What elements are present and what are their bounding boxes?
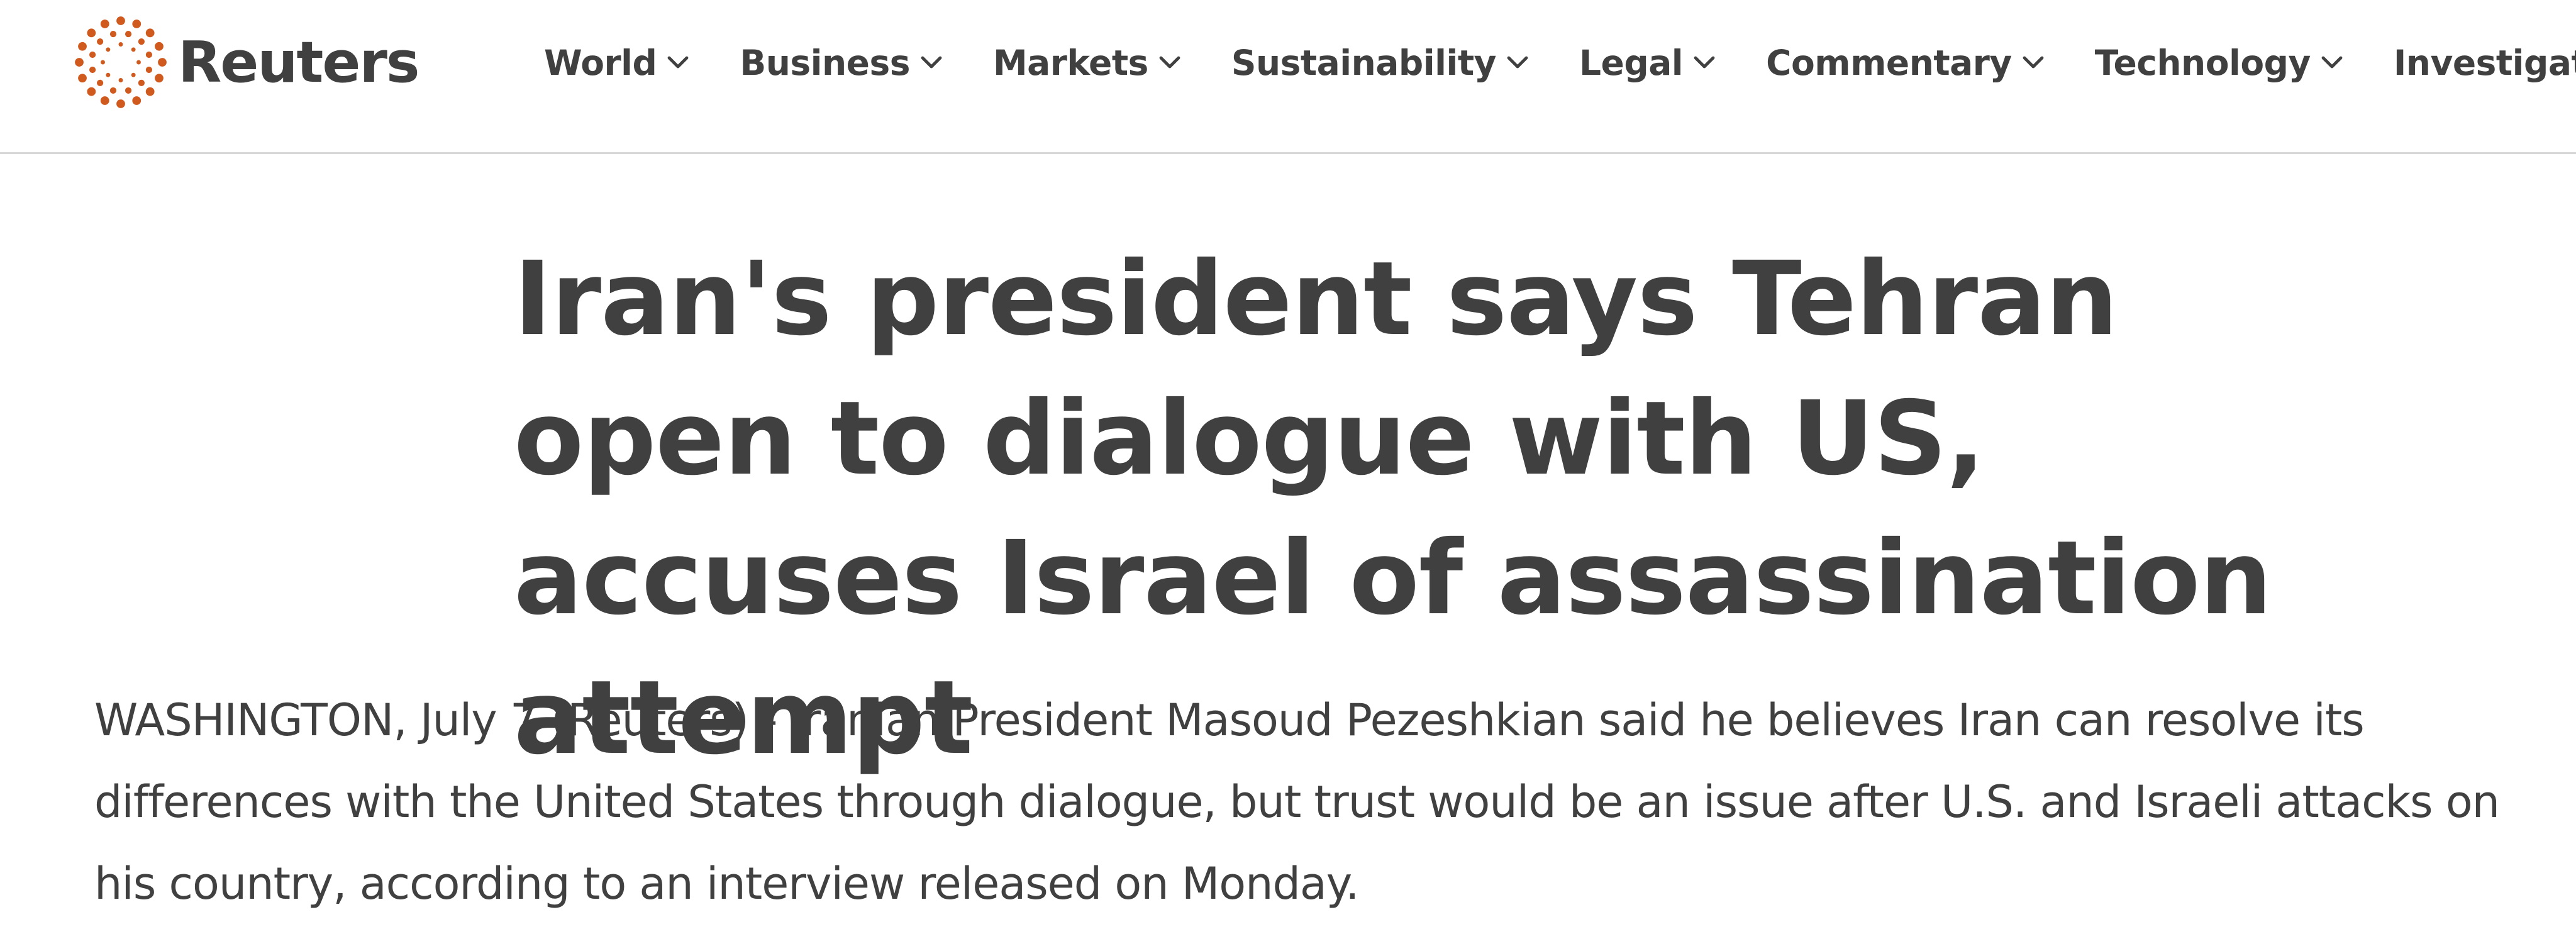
nav-item-label: Commentary [1766,43,2012,83]
logo-dot [100,19,109,28]
logo-dot [138,38,145,45]
logo-dot [109,30,117,38]
logo-dot [118,42,123,47]
logo-dot [78,74,87,83]
logo-dot [158,58,167,67]
logo-dot [125,87,132,94]
nav-item-commentary[interactable]: Commentary [1766,43,2046,83]
logo-dot [125,30,132,38]
logo-dot [97,79,104,86]
article-lede: WASHINGTON, July 7 (Reuters) - Iranian P… [94,694,2500,909]
nav-item-label: Markets [992,43,1148,83]
nav-item-world[interactable]: World [544,43,691,83]
logo-dot [136,60,141,65]
chevron-down-icon [1507,56,1528,69]
logo-dot [155,42,164,51]
logo-dot [106,47,111,52]
logo-dot [97,38,104,45]
logo-dot [145,28,155,38]
chevron-down-icon [1159,56,1180,69]
nav-item-technology[interactable]: Technology [2095,43,2345,83]
logo-dot [132,96,142,105]
nav-item-investigations[interactable]: Investigations [2394,43,2576,83]
nav-item-markets[interactable]: Markets [993,43,1182,83]
logo-dot [89,66,96,74]
reuters-logo-link[interactable]: Reuters [74,15,419,109]
logo-dot [116,99,125,108]
logo-dot [75,58,84,67]
nav-item-label: Legal [1579,43,1684,83]
nav-item-label: Business [740,43,910,83]
brand-name: Reuters [178,29,419,96]
logo-dot [87,28,96,38]
nav-item-legal[interactable]: Legal [1579,43,1717,83]
logo-dot [106,72,111,77]
chevron-down-icon [2023,56,2044,69]
logo-dot [131,47,136,52]
logo-dot [101,60,105,65]
logo-dot [87,87,96,96]
site-header: Reuters World Business Markets Sustainab… [0,0,2576,154]
chevron-down-icon [667,56,689,69]
nav-item-label: Sustainability [1231,43,1497,83]
logo-dot [145,87,155,96]
logo-dot [78,42,87,51]
logo-dot [100,96,109,105]
logo-dot [132,19,142,28]
nav-item-label: World [544,43,657,83]
nav-item-sustainability[interactable]: Sustainability [1231,43,1530,83]
reuters-logo-icon [75,16,167,108]
logo-dot [155,74,164,83]
logo-dot [118,78,123,82]
logo-dot [145,66,153,74]
chevron-down-icon [2321,56,2343,69]
logo-dot [131,72,136,77]
nav-item-business[interactable]: Business [740,43,944,83]
nav-item-label: Investigations [2393,43,2576,83]
logo-dot [109,87,117,94]
logo-dot [116,16,125,25]
chevron-down-icon [921,56,942,69]
nav-item-label: Technology [2094,43,2311,83]
chevron-down-icon [1694,56,1715,69]
logo-dot [138,79,145,86]
logo-dot [145,51,153,58]
main-nav: World Business Markets Sustainability Le… [544,35,2576,91]
logo-dot [89,51,96,58]
